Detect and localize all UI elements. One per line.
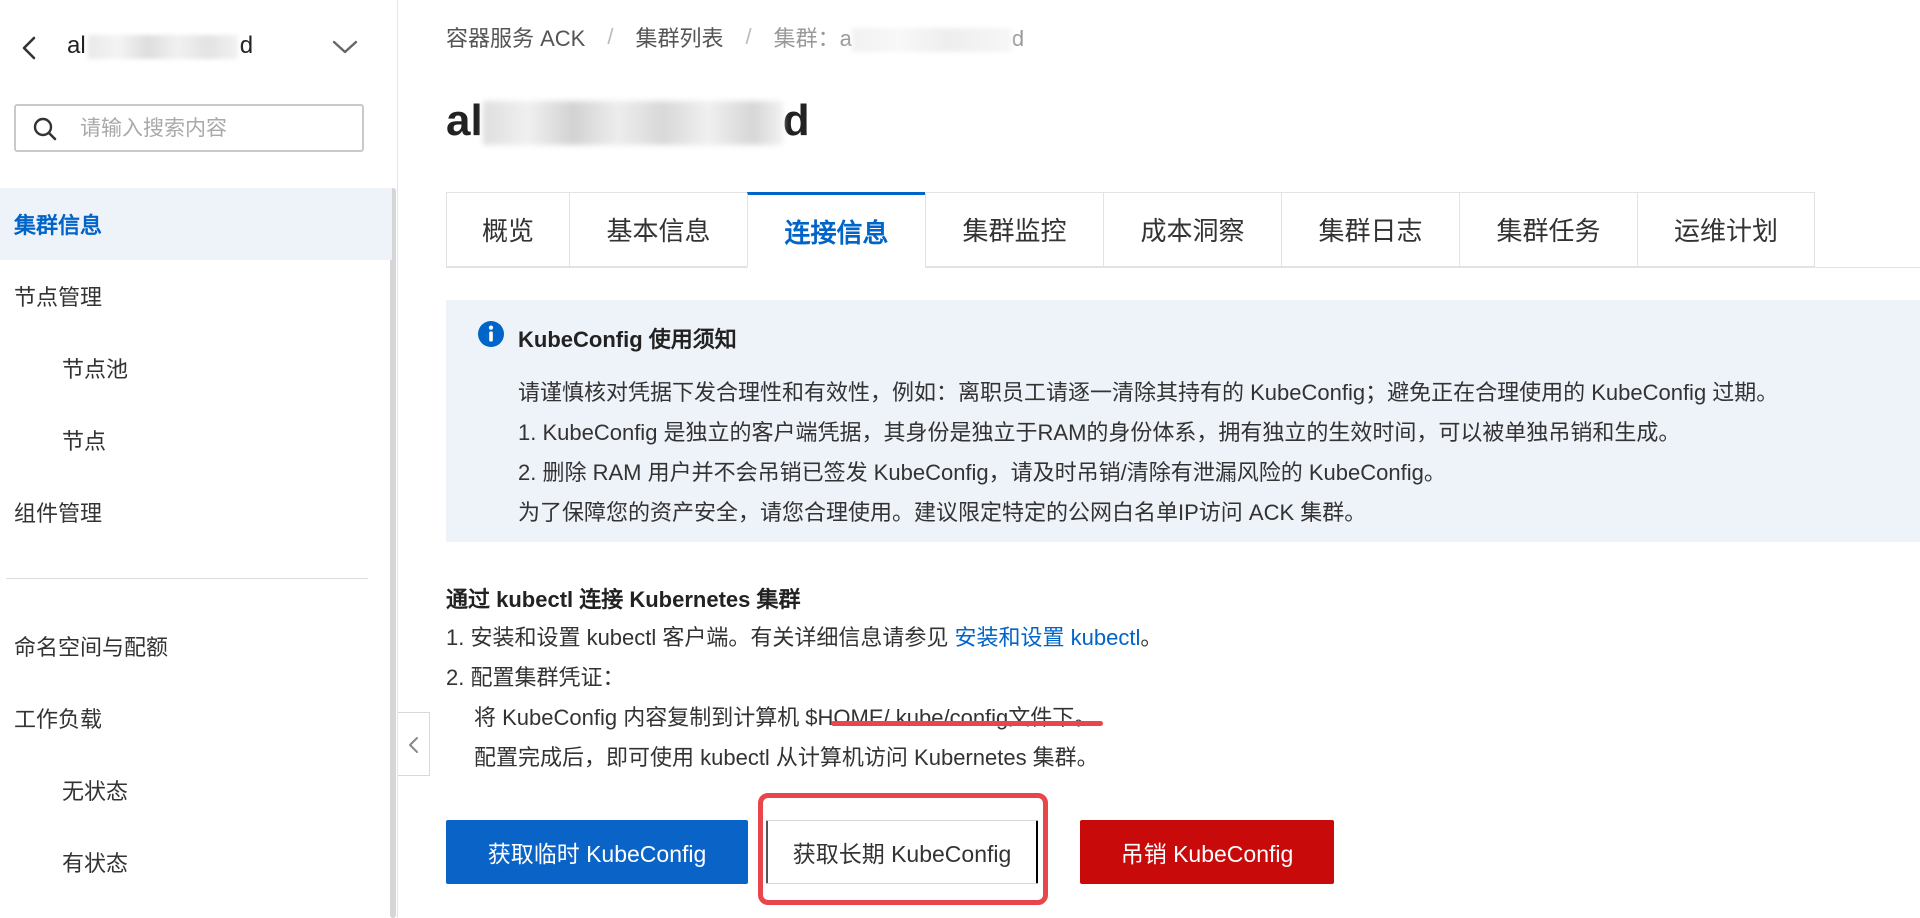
kubectl-step-2-line-2: 配置完成后，即可使用 kubectl 从计算机访问 Kubernetes 集群。 (474, 745, 1099, 770)
sidebar-item-label: 组件管理 (14, 501, 103, 526)
step1-suffix: 。 (1140, 625, 1163, 650)
notice-title: KubeConfig 使用须知 (518, 327, 737, 352)
sidebar-collapse-button[interactable] (398, 712, 430, 776)
redacted-blur (851, 28, 1012, 53)
annotation-highlight-box (758, 793, 1048, 905)
sidebar-item-namespaces-quotas[interactable]: 命名空间与配额 (0, 610, 392, 682)
main-content: 容器服务 ACK / 集群列表 / 集群：a d al d 概览 基本信息 连接信息… (446, 0, 1920, 918)
breadcrumb-current: 集群：a d (773, 21, 1025, 53)
kubectl-step-1: 1. 安装和设置 kubectl 客户端。有关详细信息请参见 安装和设置 kub… (446, 620, 1162, 652)
notice-line: 1. KubeConfig 是独立的客户端凭据，其身份是独立于RAM的身份体系，… (518, 420, 1681, 445)
sidebar: al d 集群信息 节点管理 节点池 节点 组件管理 命名空间与配额 工作负载 无… (0, 0, 398, 918)
tab-cost-insights[interactable]: 成本洞察 (1103, 192, 1281, 267)
sidebar-item-label: 工作负载 (14, 707, 103, 732)
tab-bar: 概览 基本信息 连接信息 集群监控 成本洞察 集群日志 集群任务 运维计划 (446, 192, 1920, 268)
breadcrumb-separator: / (607, 24, 614, 49)
sidebar-item-label: 节点 (62, 429, 107, 454)
sidebar-item-workloads[interactable]: 工作负载 (0, 682, 392, 754)
tab-cluster-monitoring[interactable]: 集群监控 (925, 192, 1103, 267)
breadcrumb-current-prefix: 集群：a (773, 26, 852, 51)
cluster-name-prefix: al (67, 32, 86, 59)
back-chevron-icon[interactable] (18, 34, 42, 62)
sidebar-item-deployments[interactable]: 无状态 (0, 754, 392, 826)
notice-line: 为了保障您的资产安全，请您合理使用。建议限定特定的公网白名单IP访问 ACK 集… (518, 500, 1367, 525)
annotation-underline (831, 721, 1103, 726)
search-icon (32, 116, 58, 142)
notice-line: 请谨慎核对凭据下发合理性和有效性，例如：离职员工请逐一清除其持有的 KubeCo… (518, 380, 1779, 405)
page-title-prefix: al (446, 96, 483, 145)
redacted-blur (482, 101, 783, 146)
sidebar-item-label: 集群信息 (14, 213, 103, 238)
cluster-switcher[interactable]: al d (0, 0, 398, 95)
breadcrumb: 容器服务 ACK / 集群列表 / 集群：a d (446, 20, 1024, 54)
page-title: al d (446, 96, 810, 146)
sidebar-divider (6, 578, 368, 579)
sidebar-item-label: 无状态 (62, 779, 129, 804)
sidebar-item-label: 节点池 (62, 357, 129, 382)
chevron-left-icon (409, 737, 418, 753)
breadcrumb-item-ack[interactable]: 容器服务 ACK (446, 21, 585, 53)
breadcrumb-current-suffix: d (1011, 26, 1025, 51)
sidebar-item-label: 有状态 (62, 851, 129, 876)
sidebar-item-label: 命名空间与配额 (14, 635, 169, 660)
sidebar-item-nodes[interactable]: 节点 (0, 404, 392, 476)
sidebar-item-statefulsets[interactable]: 有状态 (0, 826, 392, 898)
chevron-down-icon[interactable] (330, 36, 360, 58)
cluster-name-suffix: d (239, 32, 254, 59)
step1-text: 1. 安装和设置 kubectl 客户端。有关详细信息请参见 (446, 625, 955, 650)
sidebar-item-cluster-info[interactable]: 集群信息 (0, 188, 392, 260)
tab-cluster-logs[interactable]: 集群日志 (1281, 192, 1459, 267)
kubectl-section-title: 通过 kubectl 连接 Kubernetes 集群 (446, 587, 801, 612)
sidebar-item-addons[interactable]: 组件管理 (0, 476, 392, 548)
install-kubectl-link[interactable]: 安装和设置 kubectl (955, 625, 1141, 650)
tab-connection-info[interactable]: 连接信息 (747, 192, 925, 268)
breadcrumb-item-cluster-list[interactable]: 集群列表 (635, 21, 723, 53)
tab-basic-info[interactable]: 基本信息 (569, 192, 747, 267)
sidebar-search[interactable] (14, 104, 364, 152)
sidebar-item-node-pools[interactable]: 节点池 (0, 332, 392, 404)
kubeconfig-notice: KubeConfig 使用须知 请谨慎核对凭据下发合理性和有效性，例如：离职员工… (446, 300, 1920, 542)
tab-ops-plan[interactable]: 运维计划 (1637, 192, 1815, 267)
kubectl-step-2: 2. 配置集群凭证： (446, 665, 625, 690)
redacted-blur (87, 34, 238, 59)
page-title-suffix: d (782, 96, 810, 145)
sidebar-item-node-management[interactable]: 节点管理 (0, 260, 392, 332)
notice-line: 2. 删除 RAM 用户并不会吊销已签发 KubeConfig，请及时吊销/清除… (518, 460, 1446, 485)
revoke-kubeconfig-button[interactable]: 吊销 KubeConfig (1080, 820, 1334, 884)
sidebar-item-label: 节点管理 (14, 285, 103, 310)
kubectl-step-2-line-1: 将 KubeConfig 内容复制到计算机 $HOME/.kube/config… (474, 705, 1097, 730)
tab-overview[interactable]: 概览 (446, 192, 569, 267)
search-input[interactable] (80, 114, 350, 144)
cluster-name: al d (67, 32, 253, 60)
tab-cluster-tasks[interactable]: 集群任务 (1459, 192, 1637, 267)
info-circle-icon (477, 320, 505, 348)
breadcrumb-separator: / (745, 24, 752, 49)
get-temporary-kubeconfig-button[interactable]: 获取临时 KubeConfig (446, 820, 748, 884)
